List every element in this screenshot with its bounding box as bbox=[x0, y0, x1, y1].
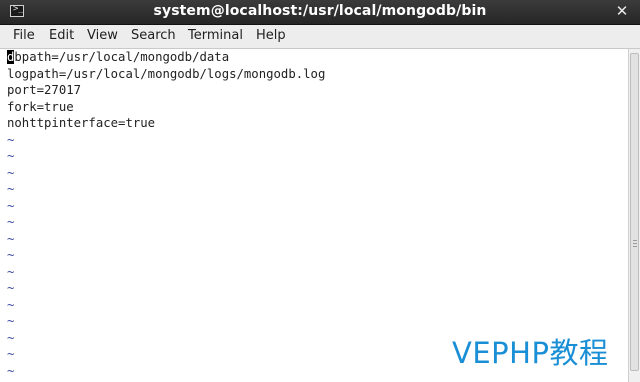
empty-line-tilde: ~ bbox=[7, 165, 15, 180]
empty-line-tilde: ~ bbox=[7, 330, 15, 345]
config-line: logpath=/usr/local/mongodb/logs/mongodb.… bbox=[7, 66, 326, 81]
empty-line-tilde: ~ bbox=[7, 297, 15, 312]
title-bar[interactable]: >_ system@localhost:/usr/local/mongodb/b… bbox=[0, 0, 640, 25]
empty-line-tilde: ~ bbox=[7, 347, 15, 361]
menu-bar: File Edit View Search Terminal Help bbox=[0, 25, 640, 49]
menu-terminal[interactable]: Terminal bbox=[188, 28, 243, 43]
scrollbar-thumb[interactable] bbox=[630, 53, 639, 371]
empty-line-tilde: ~ bbox=[7, 363, 15, 378]
empty-line-tilde: ~ bbox=[7, 149, 15, 163]
config-line: fork=true bbox=[7, 99, 74, 114]
empty-line-tilde: ~ bbox=[7, 198, 15, 213]
empty-line-tilde: ~ bbox=[7, 231, 15, 246]
config-line: nohttpinterface=true bbox=[7, 116, 156, 130]
menu-edit[interactable]: Edit bbox=[49, 28, 74, 43]
empty-line-tilde: ~ bbox=[7, 281, 15, 295]
window-title: system@localhost:/usr/local/mongodb/bin bbox=[153, 3, 487, 19]
empty-line-tilde: ~ bbox=[7, 132, 15, 147]
menu-file[interactable]: File bbox=[13, 28, 35, 43]
menu-view[interactable]: View bbox=[87, 28, 118, 43]
empty-line-tilde: ~ bbox=[7, 248, 15, 262]
menu-search[interactable]: Search bbox=[131, 28, 176, 43]
terminal-window: >_ system@localhost:/usr/local/mongodb/b… bbox=[0, 0, 640, 382]
config-line-text: bpath=/usr/local/mongodb/data bbox=[14, 50, 230, 64]
empty-line-tilde: ~ bbox=[7, 215, 15, 229]
empty-line-tilde: ~ bbox=[7, 314, 15, 328]
close-button[interactable]: ✕ bbox=[614, 4, 630, 19]
empty-line-tilde: ~ bbox=[7, 264, 15, 279]
config-line: port=27017 bbox=[7, 83, 82, 97]
watermark-logo: VEPHP教程 bbox=[452, 336, 609, 370]
scroll-grip-line bbox=[633, 246, 637, 247]
vi-editor-area[interactable]: dbpath=/usr/local/mongodb/data logpath=/… bbox=[0, 49, 628, 382]
scroll-grip-line bbox=[633, 243, 637, 244]
vertical-scrollbar[interactable] bbox=[628, 49, 640, 382]
menu-help[interactable]: Help bbox=[256, 28, 286, 43]
config-line: dbpath=/usr/local/mongodb/data bbox=[7, 49, 229, 65]
empty-line-tilde: ~ bbox=[7, 182, 15, 196]
scroll-grip-line bbox=[633, 240, 637, 241]
